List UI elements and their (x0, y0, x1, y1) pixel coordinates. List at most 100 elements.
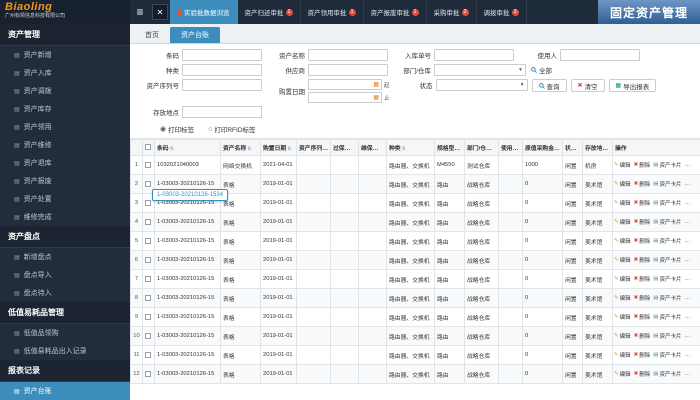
action-delete[interactable]: ✖ 删除 (634, 370, 651, 378)
action-edit[interactable]: ✎ 编辑 (614, 313, 631, 321)
select-all-checkbox[interactable] (142, 139, 155, 156)
action-edit[interactable]: ✎ 编辑 (614, 180, 631, 188)
action-card[interactable]: ▤ 资产卡片 (653, 370, 681, 378)
serial-input[interactable] (182, 79, 262, 91)
sidebar-item[interactable]: ▤ 新增盘点 (0, 248, 130, 266)
column-header[interactable]: 使用人⇅ (498, 139, 523, 156)
sidebar-item[interactable]: ▤ 资产台账 (0, 382, 130, 400)
supplier-input[interactable] (308, 64, 388, 76)
action-delete[interactable]: ✖ 删除 (634, 332, 651, 340)
column-header[interactable]: 状态 ⇅ (562, 139, 583, 156)
action-card[interactable]: ▤ 资产卡片 (653, 218, 681, 226)
action-edit[interactable]: ✎ 编辑 (614, 256, 631, 264)
column-header[interactable]: 存放地点⇅ (582, 139, 613, 156)
column-header[interactable]: 操作 (612, 139, 700, 156)
row-checkbox[interactable] (142, 212, 155, 232)
column-header[interactable]: 规格型号⇅ (434, 139, 465, 156)
sidebar-group-header[interactable]: 资产盘点 (0, 226, 130, 248)
action-card[interactable]: ▤ 资产卡片 (653, 351, 681, 359)
action-edit[interactable]: ✎ 编辑 (614, 218, 631, 226)
row-checkbox[interactable] (142, 345, 155, 365)
tab-asset-ledger[interactable]: 资产台账 (170, 27, 220, 43)
column-header[interactable]: 资产名称⇅ (220, 139, 261, 156)
sidebar-item[interactable]: ▤ 资产库存 (0, 100, 130, 118)
row-checkbox[interactable] (142, 288, 155, 308)
clear-button[interactable]: ✖ 清空 (570, 79, 605, 92)
action-delete[interactable]: ✖ 删除 (634, 218, 651, 226)
action-card[interactable]: ▤ 资产卡片 (653, 275, 681, 283)
asset-name-input[interactable] (308, 49, 388, 61)
action-delete[interactable]: ✖ 删除 (634, 199, 651, 207)
inbound-no-input[interactable] (434, 49, 514, 61)
category-input[interactable] (182, 64, 262, 76)
sidebar-group-header[interactable]: 报表记录 (0, 360, 130, 382)
sidebar-item[interactable]: ▤ 盘点导入 (0, 266, 130, 284)
sidebar-item[interactable]: ▤ 资产报废 (0, 172, 130, 190)
column-header[interactable]: 资产序列号⇅ (296, 139, 331, 156)
column-header[interactable]: 部门/仓库 ⇅ (464, 139, 499, 156)
action-edit[interactable]: ✎ 编辑 (614, 294, 631, 302)
print-radio[interactable]: ○ 打印RFID标签 (208, 124, 255, 135)
action-card[interactable]: ▤ 资产卡片 (653, 313, 681, 321)
action-edit[interactable]: ✎ 编辑 (614, 332, 631, 340)
top-tab[interactable]: 资产报废审批 1 (364, 0, 427, 24)
action-card[interactable]: ▤ 资产卡片 (653, 237, 681, 245)
action-delete[interactable]: ✖ 删除 (634, 237, 651, 245)
barcode-input[interactable] (182, 49, 262, 61)
sidebar-item[interactable]: ▤ 资产调拨 (0, 82, 130, 100)
action-edit[interactable]: ✎ 编辑 (614, 237, 631, 245)
row-checkbox[interactable] (142, 307, 155, 327)
action-card[interactable]: ▤ 资产卡片 (653, 161, 681, 169)
row-checkbox[interactable] (142, 250, 155, 270)
action-edit[interactable]: ✎ 编辑 (614, 199, 631, 207)
sidebar-item[interactable]: ▤ 资产入库 (0, 64, 130, 82)
sidebar-item[interactable]: ▤ 低值易耗品出入记录 (0, 342, 130, 360)
sidebar-item[interactable]: ▤ 资产处置 (0, 190, 130, 208)
location-input[interactable] (182, 106, 262, 118)
sidebar-group-header[interactable]: 低值易耗品管理 (0, 302, 130, 324)
query-button[interactable]: 查询 (531, 79, 567, 92)
column-header[interactable]: 种类⇅ (386, 139, 435, 156)
column-header[interactable]: 条码⇅ (154, 139, 221, 156)
action-edit[interactable]: ✎ 编辑 (614, 275, 631, 283)
column-header[interactable]: 购置日期⇅ (260, 139, 297, 156)
date-from-input[interactable]: ▦ (308, 79, 382, 90)
sidebar-item[interactable]: ▤ 资产领用 (0, 118, 130, 136)
column-header[interactable]: 过保日期⇅ (330, 139, 359, 156)
status-select[interactable]: ▼ (435, 79, 528, 91)
action-delete[interactable]: ✖ 删除 (634, 161, 651, 169)
action-card[interactable]: ▤ 资产卡片 (653, 294, 681, 302)
action-delete[interactable]: ✖ 删除 (634, 313, 651, 321)
top-tab[interactable]: 资产归还审批 1 (238, 0, 301, 24)
action-delete[interactable]: ✖ 删除 (634, 180, 651, 188)
action-edit[interactable]: ✎ 编辑 (614, 370, 631, 378)
print-radio[interactable]: ◉ 打印标签 (160, 124, 194, 134)
action-delete[interactable]: ✖ 删除 (634, 294, 651, 302)
sidebar-toggle-button[interactable]: ≡ (130, 0, 150, 24)
row-checkbox[interactable] (142, 231, 155, 251)
row-checkbox[interactable] (142, 364, 155, 384)
top-tab[interactable]: 实验批数据浏览 (170, 0, 238, 24)
date-to-input[interactable]: ▦ (308, 92, 382, 103)
action-card[interactable]: ▤ 资产卡片 (653, 256, 681, 264)
action-edit[interactable]: ✎ 编辑 (614, 161, 631, 169)
row-checkbox[interactable] (142, 269, 155, 289)
dept-select[interactable]: ▼ (434, 64, 526, 76)
export-report-button[interactable]: ▦ 导出报表 (608, 79, 657, 92)
action-delete[interactable]: ✖ 删除 (634, 275, 651, 283)
action-delete[interactable]: ✖ 删除 (634, 256, 651, 264)
sidebar-item[interactable]: ▤ 低值品领购 (0, 324, 130, 342)
action-delete[interactable]: ✖ 删除 (634, 351, 651, 359)
row-checkbox[interactable] (142, 155, 155, 175)
action-card[interactable]: ▤ 资产卡片 (653, 199, 681, 207)
tab-home[interactable]: 首页 (136, 27, 168, 43)
sidebar-item[interactable]: ▤ 维修完成 (0, 208, 130, 226)
top-tab[interactable]: 采购审批 2 (427, 0, 477, 24)
row-checkbox[interactable] (142, 326, 155, 346)
column-header[interactable]: 维保单位⇅ (358, 139, 387, 156)
close-tab-button[interactable]: ✕ (152, 4, 168, 20)
all-link[interactable]: 全部 (531, 65, 552, 75)
sidebar-item[interactable]: ▤ 资产维修 (0, 136, 130, 154)
sidebar-item[interactable]: ▤ 资产退库 (0, 154, 130, 172)
sidebar-group-header[interactable]: 资产管理 (0, 24, 130, 46)
